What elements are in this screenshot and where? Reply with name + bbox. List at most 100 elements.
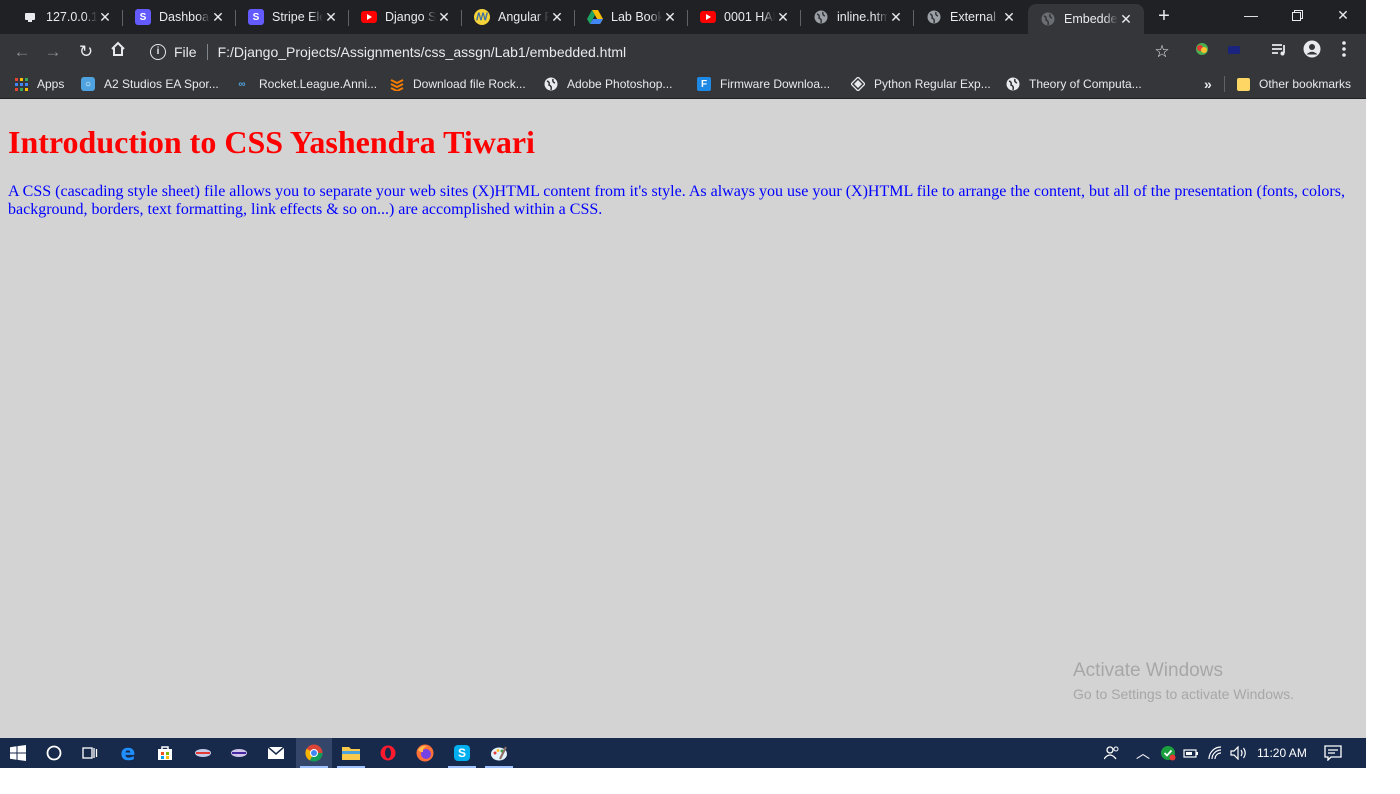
bookmark-label: A2 Studios EA Spor...	[104, 77, 219, 91]
web-page: Introduction to CSS Yashendra Tiwari A C…	[0, 103, 1366, 738]
close-tab-icon[interactable]: ✕	[1001, 9, 1017, 26]
bookmarks-bar: Apps ○ A2 Studios EA Spor... ∞ Rocket.Le…	[0, 70, 1366, 99]
tab-2[interactable]: S Dashboard ✕	[123, 4, 236, 30]
new-tab-button[interactable]: +	[1153, 6, 1175, 28]
people-icon[interactable]	[1104, 738, 1120, 768]
opera-icon[interactable]	[370, 738, 406, 768]
more-bookmarks-button[interactable]: »	[1204, 74, 1212, 94]
volume-icon[interactable]	[1230, 738, 1248, 768]
mail-icon[interactable]	[258, 738, 294, 768]
address-bar[interactable]: i File F:/Django_Projects/Assignments/cs…	[142, 38, 1180, 66]
task-view-icon[interactable]	[72, 738, 108, 768]
youtube-icon	[700, 9, 716, 25]
app-icon[interactable]	[185, 738, 221, 768]
security-shield-icon[interactable]	[1160, 738, 1176, 768]
browser-window: 127.0.0.1 ✕ S Dashboard ✕ S Stripe Eleme…	[0, 0, 1366, 768]
firefox-icon[interactable]	[407, 738, 443, 768]
tab-6[interactable]: Lab Book ✕	[575, 4, 688, 30]
drive-icon	[587, 9, 603, 25]
app-icon[interactable]	[221, 738, 257, 768]
running-indicator	[485, 766, 513, 768]
infinity-icon: ∞	[238, 78, 246, 90]
home-button[interactable]	[106, 40, 130, 64]
tab-8[interactable]: inline.html ✕	[801, 4, 914, 30]
bookmark-item[interactable]: Theory of Computa...	[1006, 74, 1142, 94]
active-indicator	[300, 766, 328, 768]
bookmark-label: Firmware Downloa...	[720, 77, 831, 91]
info-icon[interactable]: i	[150, 44, 166, 60]
wifi-icon[interactable]	[1207, 738, 1223, 768]
cortana-search-icon[interactable]	[36, 738, 72, 768]
extension-icon[interactable]	[1222, 40, 1246, 64]
tab-10-active[interactable]: Embedded ✕	[1028, 4, 1144, 34]
tab-title: Embedded	[1064, 12, 1118, 26]
tab-9[interactable]: External ✕	[914, 4, 1027, 30]
globe-icon	[813, 9, 829, 25]
chrome-taskbar-icon[interactable]	[296, 738, 332, 768]
tab-title: Lab Book	[611, 10, 662, 24]
close-tab-icon[interactable]: ✕	[888, 9, 904, 26]
close-window-button[interactable]: ✕	[1320, 0, 1366, 30]
bookmark-label: Theory of Computa...	[1029, 77, 1142, 91]
reload-button[interactable]: ↻	[74, 40, 98, 64]
globe-icon	[544, 77, 558, 91]
bookmark-item[interactable]: Download file Rock...	[390, 74, 526, 94]
bookmark-apps[interactable]: Apps	[14, 74, 64, 94]
clock[interactable]: 11:20 AM	[1257, 738, 1307, 768]
skype-icon[interactable]: S	[444, 738, 480, 768]
tab-title: 127.0.0.1	[46, 10, 97, 24]
menu-kebab-icon[interactable]	[1332, 40, 1356, 64]
media-queue-icon[interactable]	[1267, 40, 1291, 64]
intro-paragraph: A CSS (cascading style sheet) file allow…	[8, 183, 1345, 218]
close-tab-icon[interactable]: ✕	[323, 9, 339, 26]
url-scheme-label: File	[174, 44, 197, 60]
bookmark-label: Download file Rock...	[413, 77, 526, 91]
windows-start-icon[interactable]	[0, 738, 36, 768]
youtube-icon	[361, 9, 377, 25]
paint-icon[interactable]	[481, 738, 517, 768]
close-tab-icon[interactable]: ✕	[662, 9, 678, 26]
bookmark-item[interactable]: Adobe Photoshop...	[544, 74, 672, 94]
close-tab-icon[interactable]: ✕	[97, 9, 113, 26]
close-tab-icon[interactable]: ✕	[210, 9, 226, 26]
tab-title: Dashboard	[159, 10, 210, 24]
a2-studios-icon: ○	[81, 77, 95, 91]
other-bookmarks-folder[interactable]: Other bookmarks	[1237, 74, 1351, 94]
tab-4[interactable]: Django Stripe ✕	[349, 4, 462, 30]
close-tab-icon[interactable]: ✕	[775, 9, 791, 26]
forward-button[interactable]: →	[41, 40, 65, 64]
divider	[1224, 76, 1225, 92]
bookmark-item[interactable]: Python Regular Exp...	[851, 74, 991, 94]
store-icon[interactable]	[147, 738, 183, 768]
toolbar: ← → ↻ i File F:/Django_Projects/Assignme…	[0, 34, 1366, 70]
restore-button[interactable]	[1274, 0, 1320, 30]
bookmark-star-icon[interactable]: ☆	[1150, 40, 1174, 64]
bookmark-item[interactable]: ∞ Rocket.League.Anni...	[234, 74, 377, 94]
bookmark-item[interactable]: F Firmware Downloa...	[697, 74, 830, 94]
bookmark-label: Apps	[37, 77, 65, 91]
apps-grid-icon	[14, 77, 28, 91]
edge-icon[interactable]: e	[110, 738, 146, 768]
bookmark-item[interactable]: ○ A2 Studios EA Spor...	[81, 74, 219, 94]
action-center-icon[interactable]	[1324, 738, 1342, 768]
show-hidden-icons-chevron-icon[interactable]: ︿	[1136, 738, 1150, 768]
close-tab-icon[interactable]: ✕	[549, 9, 565, 26]
back-button[interactable]: ←	[10, 40, 34, 64]
profile-avatar-icon[interactable]	[1300, 40, 1324, 64]
tab-3[interactable]: S Stripe Elements ✕	[236, 4, 349, 30]
battery-icon[interactable]	[1183, 738, 1199, 768]
extension-icon[interactable]	[1190, 40, 1214, 64]
tab-7[interactable]: 0001 HAR ✕	[688, 4, 801, 30]
minimize-button[interactable]: —	[1228, 0, 1274, 30]
bookmark-label: Other bookmarks	[1259, 77, 1352, 91]
close-tab-icon[interactable]: ✕	[436, 9, 452, 26]
tab-1[interactable]: 127.0.0.1 ✕	[10, 4, 123, 30]
file-explorer-icon[interactable]	[333, 738, 369, 768]
tab-5[interactable]: ꟿ Angular Forms ✕	[462, 4, 575, 30]
running-indicator	[337, 766, 365, 768]
stripe-icon: S	[135, 9, 151, 25]
activate-windows-watermark: Activate Windows Go to Settings to activ…	[1073, 660, 1294, 702]
close-tab-icon[interactable]: ✕	[1118, 11, 1134, 28]
tab-title: Stripe Elements	[272, 10, 323, 24]
tab-title: 0001 HAR	[724, 10, 775, 24]
